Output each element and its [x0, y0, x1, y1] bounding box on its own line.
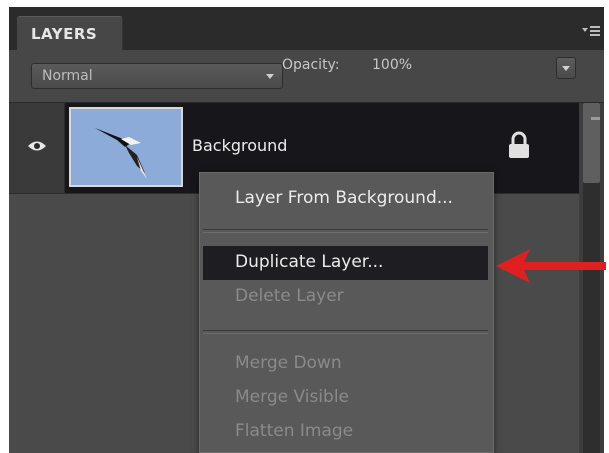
- menu-item-merge-down[interactable]: Merge Down: [203, 347, 488, 381]
- layer-context-menu: Layer From Background... Duplicate Layer…: [199, 172, 494, 453]
- lock-icon: [509, 131, 529, 158]
- menu-item-flatten-image[interactable]: Flatten Image: [203, 415, 488, 449]
- blend-mode-select[interactable]: Normal: [31, 63, 283, 89]
- opacity-dropdown-button[interactable]: [556, 57, 576, 79]
- menu-item-duplicate-layer[interactable]: Duplicate Layer...: [203, 246, 488, 280]
- menu-separator: [203, 229, 488, 233]
- eye-icon: [28, 141, 46, 151]
- menu-item-layer-from-background[interactable]: Layer From Background...: [203, 182, 488, 216]
- bird-image: [71, 109, 181, 185]
- menu-item-delete-layer[interactable]: Delete Layer: [203, 280, 488, 314]
- red-arrow-annotation: [496, 249, 606, 283]
- scroll-thumb[interactable]: [583, 103, 600, 183]
- opacity-input[interactable]: 100%: [372, 57, 412, 73]
- layer-thumbnail: [69, 107, 183, 187]
- tab-layers[interactable]: LAYERS: [17, 16, 123, 50]
- visibility-toggle[interactable]: [9, 103, 65, 193]
- menu-item-merge-visible[interactable]: Merge Visible: [203, 381, 488, 415]
- tab-layers-label: LAYERS: [31, 25, 98, 43]
- scroll-grip-icon: [591, 117, 600, 120]
- menu-separator: [203, 330, 488, 334]
- layer-name[interactable]: Background: [192, 136, 287, 155]
- panel-tab-bar: LAYERS: [9, 7, 604, 50]
- chevron-down-icon: [562, 66, 570, 71]
- blend-mode-value: Normal: [42, 68, 93, 84]
- panel-menu-icon[interactable]: [582, 25, 600, 37]
- opacity-label: Opacity:: [282, 57, 340, 73]
- chevron-down-icon: [266, 74, 274, 79]
